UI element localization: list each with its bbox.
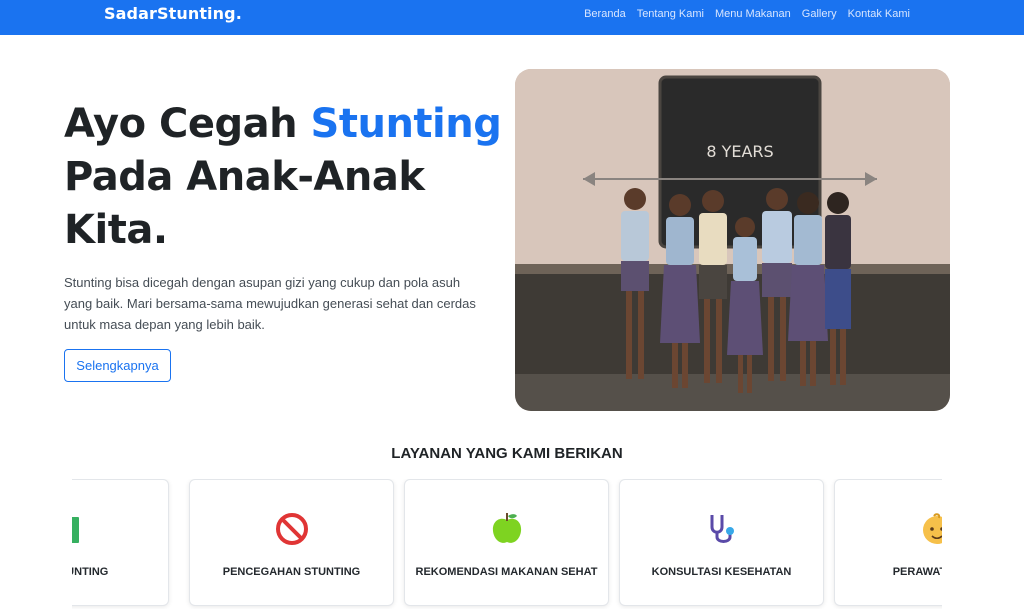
green-apple-icon	[405, 510, 608, 548]
hero-title: Ayo Cegah Stunting Pada Anak-Anak Kita.	[64, 98, 502, 257]
service-card-label: PENCEGAHAN STUNTING	[222, 566, 361, 578]
service-card-label: ANG STUNTING	[72, 566, 109, 578]
hero-title-line2: Pada Anak-Anak	[64, 154, 425, 200]
nav-link-tentang-kami[interactable]: Tentang Kami	[637, 8, 704, 20]
brand-logo[interactable]: SadarStunting.	[104, 4, 242, 23]
hero-title-line3: Kita.	[64, 207, 168, 253]
nav-link-beranda[interactable]: Beranda	[584, 8, 626, 20]
navbar: SadarStunting. Beranda Tentang Kami Menu…	[0, 0, 1024, 35]
nav-link-menu-makanan[interactable]: Menu Makanan	[715, 8, 791, 20]
blackboard-chalk-text: 8 YEARS	[706, 142, 773, 161]
hero-title-part1: Ayo Cegah	[64, 101, 311, 147]
stethoscope-icon	[620, 510, 823, 548]
books-icon	[72, 510, 168, 548]
service-card-stunting-info[interactable]: ANG STUNTING	[72, 479, 169, 606]
nav-link-kontak-kami[interactable]: Kontak Kami	[848, 8, 910, 20]
services-carousel[interactable]: ANG STUNTING PENCEGAHAN STUNTING REKOMEN…	[72, 479, 942, 609]
service-card-pencegahan[interactable]: PENCEGAHAN STUNTING	[189, 479, 394, 606]
selengkapnya-button[interactable]: Selengkapnya	[64, 349, 171, 382]
service-card-konsultasi[interactable]: KONSULTASI KESEHATAN	[619, 479, 824, 606]
nav-links: Beranda Tentang Kami Menu Makanan Galler…	[584, 8, 910, 20]
hero-title-accent: Stunting	[310, 101, 502, 147]
hero-description: Stunting bisa dicegah dengan asupan gizi…	[64, 275, 476, 332]
services-section-title: LAYANAN YANG KAMI BERIKAN	[391, 445, 623, 462]
nav-link-gallery[interactable]: Gallery	[802, 8, 837, 20]
service-card-perawatan[interactable]: PERAWATAN BA	[834, 479, 942, 606]
prohibited-icon	[190, 510, 393, 548]
service-card-label: KONSULTASI KESEHATAN	[651, 566, 792, 578]
service-card-label: REKOMENDASI MAKANAN SEHAT	[415, 566, 598, 578]
service-card-rekomendasi-makanan[interactable]: REKOMENDASI MAKANAN SEHAT	[404, 479, 609, 606]
baby-icon	[835, 510, 942, 548]
service-card-label: PERAWATAN BA	[892, 566, 942, 578]
hero-image: 8 YEARS	[515, 69, 950, 411]
